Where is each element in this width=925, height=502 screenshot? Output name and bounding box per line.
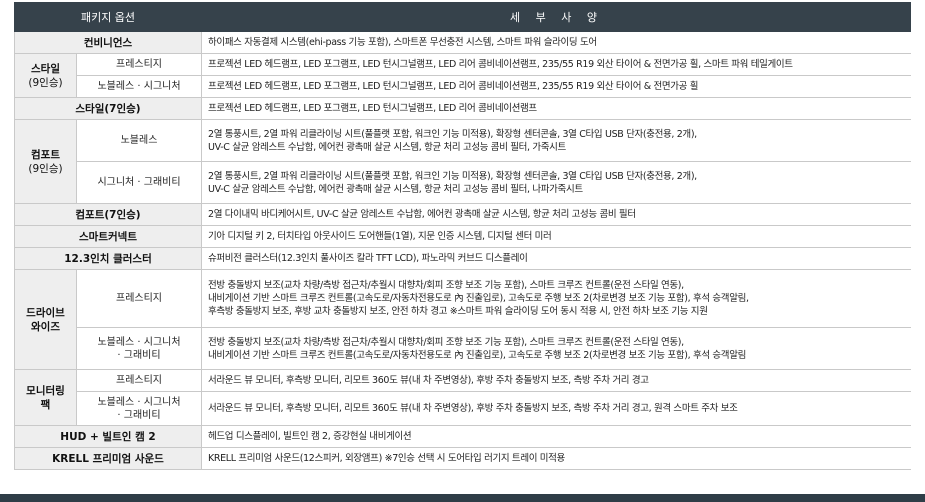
row-spec: 2열 통풍시트, 2열 파워 리클라이닝 시트(풀플랫 포함, 워크인 기능 미…: [201, 119, 913, 162]
spec-line: 2열 통풍시트, 2열 파워 리클라이닝 시트(풀플랫 포함, 워크인 기능 미…: [208, 170, 697, 182]
category-name: 와이즈: [31, 320, 60, 333]
table-row: KRELL 프리미엄 사운드 KRELL 프리미엄 사운드(12스피커, 외장앰…: [13, 447, 913, 470]
trim-line: · 그래비티: [117, 349, 161, 361]
row-spec: KRELL 프리미엄 사운드(12스피커, 외장앰프) ※7인승 선택 시 도어…: [201, 447, 913, 470]
row-category: 스타일(7인승): [13, 97, 203, 120]
row-spec: 프로젝션 LED 헤드램프, LED 포그램프, LED 턴시그널램프, LED…: [201, 75, 913, 98]
trim-line: · 그래비티: [117, 409, 161, 421]
header-spec: 세 부 사 양: [201, 2, 913, 32]
row-category: 컴포트(7인승): [13, 203, 203, 226]
row-category: KRELL 프리미엄 사운드: [13, 447, 203, 470]
spec-line: 전방 충돌방지 보조(교차 차량/측방 접근차/추월시 대향차/회피 조향 보조…: [208, 336, 684, 348]
spec-line: 내비게이션 기반 스마트 크루즈 컨트롤(고속도로/자동차전용도로 內 진출입로…: [208, 293, 749, 304]
row-spec: 슈퍼비전 클러스터(12.3인치 풀사이즈 칼라 TFT LCD), 파노라믹 …: [201, 247, 913, 270]
row-spec: 전방 충돌방지 보조(교차 차량/측방 접근차/추월시 대향차/회피 조향 보조…: [201, 269, 913, 328]
row-trim: 프레스티지: [75, 269, 203, 328]
row-spec: 2열 다이내믹 바디케어시트, UV-C 살균 암레스트 수납함, 에어컨 광촉…: [201, 203, 913, 226]
row-spec: 프로젝션 LED 헤드램프, LED 포그램프, LED 턴시그널램프, LED…: [201, 53, 913, 76]
table-row: 컨비니언스 하이패스 자동결제 시스템(ehi-pass 기능 포함), 스마트…: [13, 31, 913, 54]
row-spec: 서라운드 뷰 모니터, 후측방 모니터, 리모트 360도 뷰(내 차 주변영상…: [201, 369, 913, 392]
row-category: 드라이브 와이즈: [14, 269, 77, 370]
row-trim: 노블레스: [75, 119, 203, 162]
page-edge: [911, 0, 925, 502]
spec-line: UV-C 살균 암레스트 수납함, 에어컨 광촉매 살균 시스템, 항균 처리 …: [208, 183, 583, 195]
table-row: 스타일(7인승) 프로젝션 LED 헤드램프, LED 포그램프, LED 턴시…: [13, 97, 913, 120]
row-trim: 프레스티지: [75, 369, 203, 392]
row-category: HUD + 빌트인 캠 2: [13, 425, 203, 448]
row-spec: 서라운드 뷰 모니터, 후측방 모니터, 리모트 360도 뷰(내 차 주변영상…: [201, 391, 913, 426]
trim-line: 노블레스 · 시그니처: [97, 336, 181, 348]
category-name: 모니터링: [26, 384, 65, 397]
bottom-band: [0, 494, 925, 502]
row-spec: 프로젝션 LED 헤드램프, LED 포그램프, LED 턴시그널램프, LED…: [201, 97, 913, 120]
table-row: 스타일 (9인승) 프레스티지 프로젝션 LED 헤드램프, LED 포그램프,…: [14, 53, 913, 98]
row-trim: 시그니처 · 그래비티: [75, 161, 203, 204]
row-trim: 노블레스 · 시그니처 · 그래비티: [75, 391, 203, 426]
spec-line: UV-C 살균 암레스트 수납함, 에어컨 광촉매 살균 시스템, 항균 처리 …: [208, 141, 566, 153]
row-trim: 노블레스 · 시그니처: [75, 75, 203, 98]
row-category: 12.3인치 클러스터: [13, 247, 203, 270]
header-option: 패키지 옵션: [13, 2, 203, 32]
row-spec: 헤드업 디스플레이, 빌트인 캠 2, 증강현실 내비게이션: [201, 425, 913, 448]
table-row: 컴포트(7인승) 2열 다이내믹 바디케어시트, UV-C 살균 암레스트 수납…: [13, 203, 913, 226]
table-row: 스마트커넥트 기아 디지털 키 2, 터치타입 아웃사이드 도어핸들(1열), …: [13, 225, 913, 248]
table-row: 컴포트 (9인승) 노블레스 2열 통풍시트, 2열 파워 리클라이닝 시트(풀…: [14, 119, 913, 204]
table-row: 드라이브 와이즈 프레스티지 전방 충돌방지 보조(교차 차량/측방 접근차/추…: [14, 269, 913, 370]
spec-line: 내비게이션 기반 스마트 크루즈 컨트롤(고속도로/자동차전용도로 內 진출입로…: [208, 349, 746, 361]
table-row: 모니터링 팩 프레스티지 서라운드 뷰 모니터, 후측방 모니터, 리모트 36…: [14, 369, 913, 426]
row-spec: 전방 충돌방지 보조(교차 차량/측방 접근차/추월시 대향차/회피 조향 보조…: [201, 327, 913, 370]
spec-line: 전방 충돌방지 보조(교차 차량/측방 접근차/추월시 대향차/회피 조향 보조…: [208, 280, 684, 291]
table-row: 노블레스 · 시그니처 · 그래비티 전방 충돌방지 보조(교차 차량/측방 접…: [15, 327, 913, 370]
spec-line: 2열 통풍시트, 2열 파워 리클라이닝 시트(풀플랫 포함, 워크인 기능 미…: [208, 128, 697, 140]
table-header-row: 패키지 옵션 세 부 사 양: [13, 2, 913, 32]
row-spec: 기아 디지털 키 2, 터치타입 아웃사이드 도어핸들(1열), 지문 인증 시…: [201, 225, 913, 248]
table-row: 시그니처 · 그래비티 2열 통풍시트, 2열 파워 리클라이닝 시트(풀플랫 …: [15, 161, 913, 204]
category-name: 팩: [40, 398, 51, 411]
category-name: 컴포트: [31, 148, 60, 161]
table-row: HUD + 빌트인 캠 2 헤드업 디스플레이, 빌트인 캠 2, 증강현실 내…: [13, 425, 913, 448]
row-category: 컴포트 (9인승): [14, 119, 77, 204]
package-options-table: 패키지 옵션 세 부 사 양 컨비니언스 하이패스 자동결제 시스템(ehi-p…: [13, 2, 913, 470]
table-row: 노블레스 · 시그니처 · 그래비티 서라운드 뷰 모니터, 후측방 모니터, …: [15, 391, 913, 426]
row-trim: 프레스티지: [75, 53, 203, 76]
package-options-table-frame: 패키지 옵션 세 부 사 양 컨비니언스 하이패스 자동결제 시스템(ehi-p…: [13, 2, 913, 470]
category-name: 드라이브: [26, 306, 65, 319]
trim-line: 노블레스 · 시그니처: [97, 396, 181, 408]
category-seats: (9인승): [28, 76, 63, 89]
row-category: 컨비니언스: [13, 31, 203, 54]
row-spec: 2열 통풍시트, 2열 파워 리클라이닝 시트(풀플랫 포함, 워크인 기능 미…: [201, 161, 913, 204]
row-category: 스타일 (9인승): [14, 53, 77, 98]
table-row: 노블레스 · 시그니처 프로젝션 LED 헤드램프, LED 포그램프, LED…: [15, 75, 913, 98]
row-trim: 노블레스 · 시그니처 · 그래비티: [75, 327, 203, 370]
row-category: 모니터링 팩: [14, 369, 77, 426]
row-category: 스마트커넥트: [13, 225, 203, 248]
row-spec: 하이패스 자동결제 시스템(ehi-pass 기능 포함), 스마트폰 무선충전…: [201, 31, 913, 54]
spec-line: 후측방 충돌방지 보조, 후방 교차 충돌방지 보조, 안전 하차 경고 ※스마…: [208, 306, 708, 317]
category-seats: (9인승): [28, 162, 63, 175]
category-name: 스타일: [31, 62, 60, 75]
table-row: 12.3인치 클러스터 슈퍼비전 클러스터(12.3인치 풀사이즈 칼라 TFT…: [13, 247, 913, 270]
